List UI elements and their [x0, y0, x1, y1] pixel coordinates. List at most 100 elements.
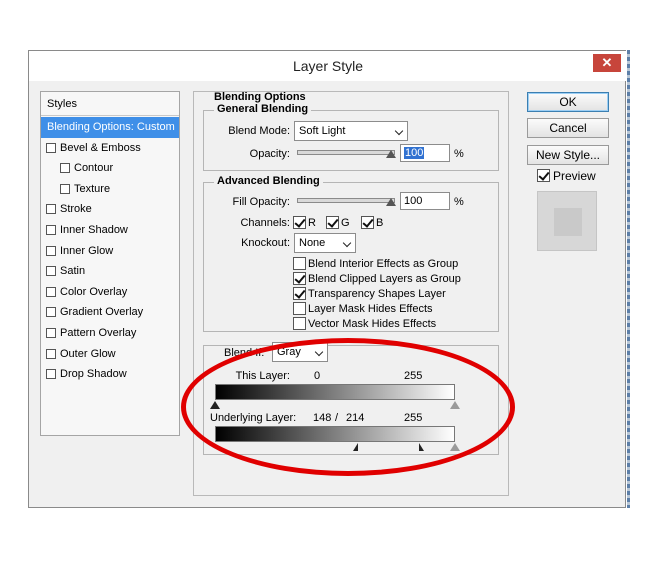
style-item-label: Texture [74, 182, 111, 195]
fill-opacity-slider-thumb[interactable] [386, 198, 396, 206]
preview-label: Preview [553, 169, 596, 183]
style-item-inner-glow[interactable]: Inner Glow [41, 241, 179, 262]
blend-interior-label: Blend Interior Effects as Group [308, 258, 459, 270]
stroke-checkbox[interactable] [46, 204, 56, 215]
knockout-label: Knockout: [241, 237, 290, 249]
style-item-label: Inner Glow [60, 244, 114, 257]
this-layer-black-handle[interactable] [210, 401, 220, 409]
styles-list: Blending Options: Custom Bevel & Emboss … [41, 117, 179, 385]
color-overlay-checkbox[interactable] [46, 286, 56, 297]
opacity-input[interactable]: 100 [400, 144, 450, 162]
transparency-shapes-label: Transparency Shapes Layer [308, 288, 446, 300]
style-item-texture[interactable]: Texture [41, 179, 179, 200]
style-item-color-overlay[interactable]: Color Overlay [41, 282, 179, 303]
transparency-shapes-checkbox[interactable] [293, 287, 306, 300]
bevel-emboss-checkbox[interactable] [46, 142, 56, 153]
advanced-blending-group: Advanced Blending Fill Opacity: 100 % Ch… [203, 175, 499, 332]
drop-shadow-checkbox[interactable] [46, 369, 56, 380]
opacity-label: Opacity: [249, 148, 290, 160]
blending-options-panel: Blending Options General Blending Blend … [193, 91, 509, 496]
style-item-label: Stroke [60, 203, 92, 216]
fill-opacity-input[interactable]: 100 [400, 192, 450, 210]
style-item-inner-shadow[interactable]: Inner Shadow [41, 220, 179, 241]
close-button[interactable]: ✕ [593, 54, 621, 72]
underlying-mid: 214 [346, 412, 365, 424]
blend-if-value: Gray [277, 346, 301, 358]
style-item-label: Pattern Overlay [60, 326, 137, 339]
inner-glow-checkbox[interactable] [46, 245, 56, 256]
style-item-label: Blending Options: Custom [47, 121, 175, 133]
style-item-drop-shadow[interactable]: Drop Shadow [41, 364, 179, 385]
fill-opacity-slider[interactable] [297, 198, 395, 203]
underlying-split-handle-left[interactable] [353, 443, 358, 451]
style-item-blending-options[interactable]: Blending Options: Custom [41, 117, 179, 138]
texture-checkbox[interactable] [60, 183, 70, 194]
opacity-slider[interactable] [297, 150, 395, 155]
style-item-satin[interactable]: Satin [41, 261, 179, 282]
advanced-blending-title: Advanced Blending [214, 175, 323, 187]
this-layer-label: This Layer: [235, 370, 290, 382]
style-item-contour[interactable]: Contour [41, 158, 179, 179]
outer-glow-checkbox[interactable] [46, 348, 56, 359]
chevron-down-icon [394, 126, 404, 136]
vector-mask-checkbox[interactable] [293, 317, 306, 330]
this-layer-gradient[interactable] [215, 384, 455, 400]
general-blending-title: General Blending [214, 103, 312, 115]
underlying-split-handle-right[interactable] [419, 443, 424, 451]
style-item-gradient-overlay[interactable]: Gradient Overlay [41, 302, 179, 323]
fill-opacity-value: 100 [404, 195, 423, 207]
new-style-button[interactable]: New Style... [527, 145, 609, 165]
channel-r-label: R [308, 217, 316, 229]
chevron-down-icon [342, 238, 352, 248]
opacity-slider-thumb[interactable] [386, 150, 396, 158]
satin-checkbox[interactable] [46, 266, 56, 277]
layer-mask-label: Layer Mask Hides Effects [308, 303, 433, 315]
layer-mask-checkbox[interactable] [293, 302, 306, 315]
underlying-high: 255 [404, 412, 423, 424]
style-item-outer-glow[interactable]: Outer Glow [41, 344, 179, 365]
style-item-label: Satin [60, 265, 86, 278]
underlying-layer-gradient[interactable] [215, 426, 455, 442]
style-item-stroke[interactable]: Stroke [41, 199, 179, 220]
opacity-unit: % [454, 148, 464, 160]
style-item-label: Drop Shadow [60, 368, 127, 381]
gradient-overlay-checkbox[interactable] [46, 307, 56, 318]
styles-panel: Styles Blending Options: Custom Bevel & … [40, 91, 180, 436]
blend-interior-checkbox[interactable] [293, 257, 306, 270]
channel-r-checkbox[interactable] [293, 216, 306, 229]
blend-if-select[interactable]: Gray [272, 342, 328, 362]
blend-if-group: Blend If: Gray This Layer: 0 255 Underly… [203, 342, 499, 455]
cancel-button[interactable]: Cancel [527, 118, 609, 138]
style-item-label: Gradient Overlay [60, 306, 144, 319]
opacity-value: 100 [404, 147, 425, 159]
fill-opacity-label: Fill Opacity: [232, 196, 290, 208]
this-layer-white-handle[interactable] [450, 401, 460, 409]
blend-mode-label: Blend Mode: [228, 125, 290, 137]
channel-g-checkbox[interactable] [326, 216, 339, 229]
fill-opacity-unit: % [454, 196, 464, 208]
knockout-select[interactable]: None [294, 233, 356, 253]
blending-options-title: Blending Options [214, 91, 306, 103]
blend-clipped-checkbox[interactable] [293, 272, 306, 285]
preview-swatch [537, 191, 597, 251]
blend-mode-select[interactable]: Soft Light [294, 121, 408, 141]
underlying-white-handle[interactable] [450, 443, 460, 451]
channel-g-label: G [341, 217, 350, 229]
preview-checkbox[interactable] [537, 169, 550, 182]
preview-swatch-inner [554, 208, 582, 236]
channel-b-checkbox[interactable] [361, 216, 374, 229]
blend-if-label: Blend If: [224, 347, 265, 359]
layer-style-dialog: Layer Style ✕ Styles Blending Options: C… [28, 50, 627, 508]
style-item-bevel-emboss[interactable]: Bevel & Emboss [41, 138, 179, 159]
ok-button[interactable]: OK [527, 92, 609, 112]
style-item-label: Inner Shadow [60, 223, 128, 236]
style-item-pattern-overlay[interactable]: Pattern Overlay [41, 323, 179, 344]
channel-b-label: B [376, 217, 384, 229]
inner-shadow-checkbox[interactable] [46, 224, 56, 235]
underlying-layer-label: Underlying Layer: [210, 412, 297, 424]
general-blending-group: General Blending Blend Mode: Soft Light … [203, 103, 499, 171]
pattern-overlay-checkbox[interactable] [46, 327, 56, 338]
contour-checkbox[interactable] [60, 163, 70, 174]
underlying-low: 148 [313, 412, 332, 424]
dialog-title: Layer Style [292, 58, 364, 74]
